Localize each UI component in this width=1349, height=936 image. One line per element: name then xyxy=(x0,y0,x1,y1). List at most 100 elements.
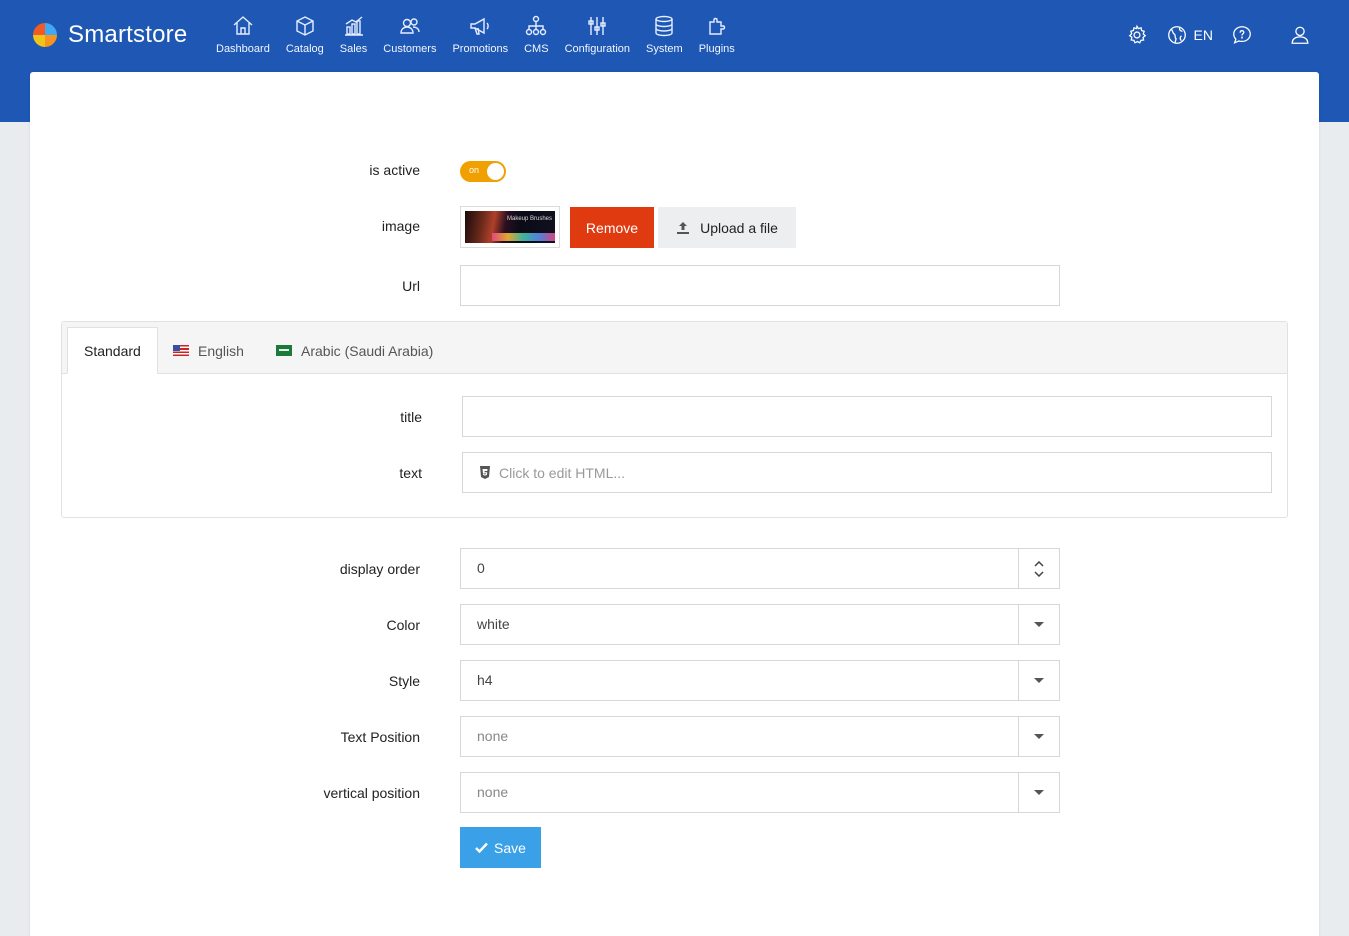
upload-label: Upload a file xyxy=(700,219,778,236)
sliders-icon xyxy=(588,17,606,35)
nav-dashboard[interactable]: Dashboard xyxy=(208,14,278,55)
language-selector[interactable]: EN xyxy=(1166,24,1213,46)
style-select[interactable]: h4 xyxy=(460,660,1060,701)
title-input[interactable] xyxy=(462,396,1272,437)
vertical-position-selected-value: none xyxy=(477,784,509,800)
nav-plugins[interactable]: Plugins xyxy=(691,14,743,55)
sitemap-icon xyxy=(526,15,547,36)
nav-label: Plugins xyxy=(698,43,735,55)
help-chat-icon xyxy=(1233,26,1251,44)
dropdown-toggle[interactable] xyxy=(1018,605,1059,644)
nav-cms[interactable]: CMS xyxy=(516,14,556,55)
is-active-label: is active xyxy=(369,162,420,178)
tab-standard[interactable]: Standard xyxy=(67,327,158,374)
user-icon xyxy=(1291,26,1309,44)
tab-english[interactable]: English xyxy=(173,327,244,374)
nav-system[interactable]: System xyxy=(638,14,691,55)
vertical-position-label: vertical position xyxy=(323,785,421,801)
nav-promotions[interactable]: Promotions xyxy=(444,14,516,55)
caret-down-icon xyxy=(1034,790,1044,795)
is-active-toggle[interactable]: on xyxy=(460,161,506,182)
url-label: Url xyxy=(402,278,420,294)
smartstore-logo-icon xyxy=(30,20,60,50)
save-button[interactable]: Save xyxy=(460,827,541,868)
tab-label: English xyxy=(198,342,244,359)
toggle-knob xyxy=(487,163,504,180)
chevron-down-icon[interactable] xyxy=(1034,570,1044,577)
url-input[interactable] xyxy=(460,265,1060,306)
globe-icon xyxy=(1167,26,1186,44)
box-icon xyxy=(296,16,314,36)
text-position-select[interactable]: none xyxy=(460,716,1060,757)
vertical-position-select[interactable]: none xyxy=(460,772,1060,813)
color-select[interactable]: white xyxy=(460,604,1060,645)
stepper-controls[interactable] xyxy=(1018,549,1059,588)
save-label: Save xyxy=(494,839,526,856)
nav-sales[interactable]: Sales xyxy=(332,14,376,55)
upload-file-button[interactable]: Upload a file xyxy=(658,207,796,248)
nav-label: Sales xyxy=(339,43,368,55)
text-position-selected-value: none xyxy=(477,728,509,744)
content-card: is active on image Makeup Brushes Remove… xyxy=(30,72,1319,936)
tab-label: Arabic (Saudi Arabia) xyxy=(301,342,434,359)
nav-catalog[interactable]: Catalog xyxy=(278,14,332,55)
database-icon xyxy=(655,15,674,37)
nav-label: Customers xyxy=(383,43,437,55)
nav-customers[interactable]: Customers xyxy=(375,14,444,55)
home-icon xyxy=(233,16,253,35)
image-label: image xyxy=(381,218,420,234)
nav-label: Configuration xyxy=(564,43,630,55)
upload-icon xyxy=(677,221,690,234)
nav-label: System xyxy=(646,43,683,55)
tab-arabic[interactable]: Arabic (Saudi Arabia) xyxy=(276,327,433,374)
user-menu-button[interactable] xyxy=(1289,24,1311,46)
top-right-tools: EN xyxy=(1108,24,1311,46)
image-thumbnail[interactable]: Makeup Brushes xyxy=(460,206,560,248)
tab-label: Standard xyxy=(84,342,141,359)
main-nav: Dashboard Catalog Sales Customers Promot… xyxy=(208,14,743,55)
puzzle-icon xyxy=(709,17,725,35)
localized-tabs: Standard English Arabic (Saudi Arabia) t… xyxy=(61,321,1288,518)
display-order-label: display order xyxy=(339,561,420,577)
remove-image-button[interactable]: Remove xyxy=(570,207,654,248)
nav-label: Dashboard xyxy=(216,43,270,55)
language-code: EN xyxy=(1193,27,1213,43)
brand-name: Smartstore xyxy=(68,21,188,48)
chevron-up-icon[interactable] xyxy=(1034,560,1044,567)
nav-label: CMS xyxy=(524,43,549,55)
style-label: Style xyxy=(388,673,420,689)
banner-image-preview: Makeup Brushes xyxy=(465,211,555,243)
users-icon xyxy=(400,18,420,34)
help-button[interactable] xyxy=(1231,24,1253,46)
thumbnail-caption: Makeup Brushes xyxy=(507,216,553,222)
nav-configuration[interactable]: Configuration xyxy=(557,14,638,55)
chart-icon xyxy=(344,16,363,36)
tabs-header: Standard English Arabic (Saudi Arabia) xyxy=(62,322,1287,374)
text-label: text xyxy=(399,465,422,481)
html-editor-field[interactable]: Click to edit HTML... xyxy=(462,452,1272,493)
us-flag-icon xyxy=(173,345,189,356)
sa-flag-icon xyxy=(276,345,292,356)
dropdown-toggle[interactable] xyxy=(1018,773,1059,812)
display-order-value: 0 xyxy=(477,560,485,576)
settings-button[interactable] xyxy=(1126,24,1148,46)
text-position-label: Text Position xyxy=(340,729,420,745)
color-selected-value: white xyxy=(477,616,510,632)
style-selected-value: h4 xyxy=(477,672,493,688)
caret-down-icon xyxy=(1034,734,1044,739)
nav-label: Promotions xyxy=(452,43,509,55)
display-order-stepper[interactable]: 0 xyxy=(460,548,1060,589)
caret-down-icon xyxy=(1034,678,1044,683)
toggle-state-text: on xyxy=(469,165,480,175)
nav-label: Catalog xyxy=(285,43,324,55)
title-label: title xyxy=(400,409,422,425)
html-editor-placeholder: Click to edit HTML... xyxy=(499,464,626,481)
check-icon xyxy=(475,842,488,853)
brand-logo[interactable]: Smartstore xyxy=(30,20,187,50)
dropdown-toggle[interactable] xyxy=(1018,661,1059,700)
caret-down-icon xyxy=(1034,622,1044,627)
gear-icon xyxy=(1128,24,1146,44)
html5-icon xyxy=(480,466,490,479)
megaphone-icon xyxy=(470,17,490,35)
dropdown-toggle[interactable] xyxy=(1018,717,1059,756)
